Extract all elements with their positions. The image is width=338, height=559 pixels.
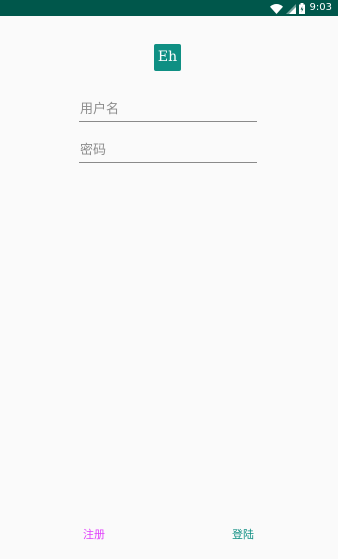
status-icons: 9:03	[269, 0, 332, 18]
register-button[interactable]: 注册	[78, 524, 110, 546]
app-logo: Eh	[154, 44, 181, 71]
login-button[interactable]: 登陆	[226, 524, 260, 546]
wifi-icon	[269, 0, 283, 18]
username-input[interactable]	[79, 100, 257, 122]
battery-icon	[298, 0, 305, 18]
signal-icon	[285, 0, 296, 18]
status-bar: 9:03	[0, 0, 338, 16]
password-input[interactable]	[79, 141, 257, 163]
status-time: 9:03	[309, 2, 332, 13]
